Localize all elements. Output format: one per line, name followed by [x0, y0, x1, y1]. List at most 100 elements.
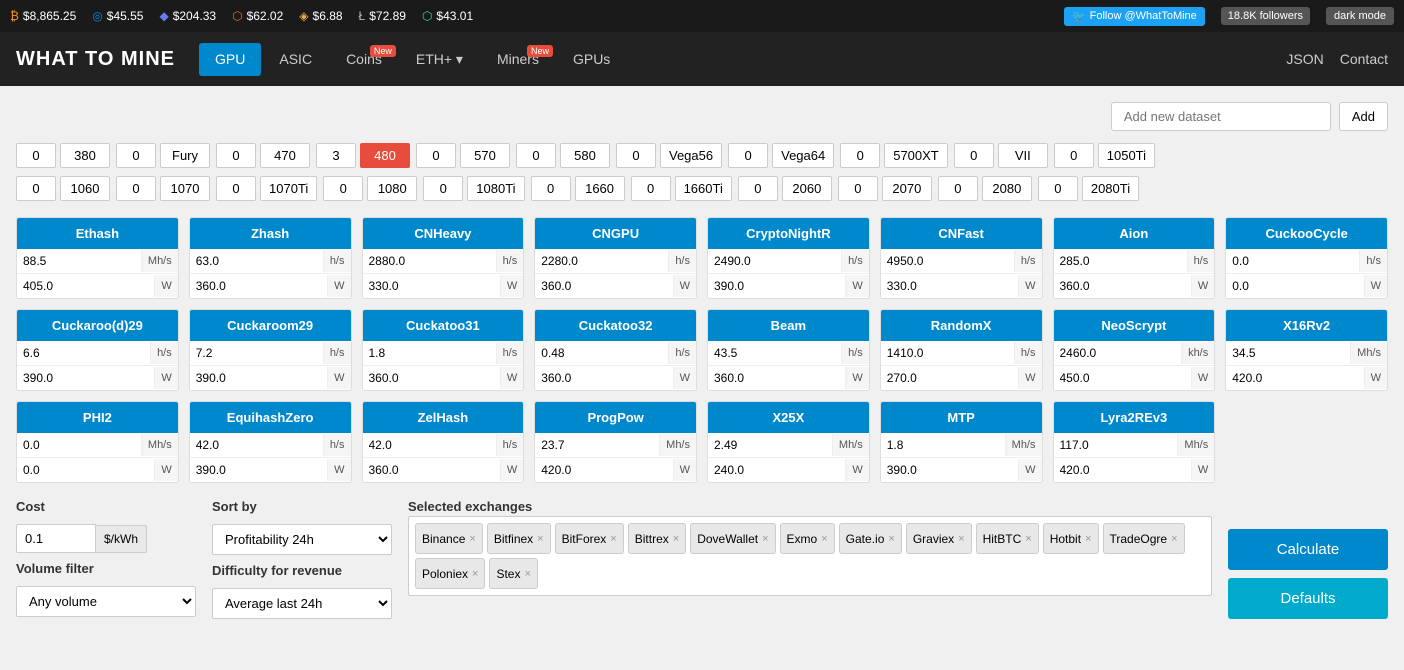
- algo-hashrate-cnfast[interactable]: [881, 249, 1014, 273]
- algo-header-zhash[interactable]: Zhash: [190, 218, 351, 249]
- algo-power-phi2[interactable]: [17, 458, 154, 482]
- algo-header-ethash[interactable]: Ethash: [17, 218, 178, 249]
- gpu-count-2080[interactable]: [938, 176, 978, 201]
- algo-header-cuckoocycle[interactable]: CuckooCycle: [1226, 218, 1387, 249]
- algo-header-cnfast[interactable]: CNFast: [881, 218, 1042, 249]
- algo-header-x16rv2[interactable]: X16Rv2: [1226, 310, 1387, 341]
- gpu-count-5700xt[interactable]: [840, 143, 880, 168]
- algo-header-phi2[interactable]: PHI2: [17, 402, 178, 433]
- algo-hashrate-progpow[interactable]: [535, 433, 659, 457]
- algo-hashrate-cnheavy[interactable]: [363, 249, 496, 273]
- gpu-count-1660[interactable]: [531, 176, 571, 201]
- algo-power-cnfast[interactable]: [881, 274, 1018, 298]
- algo-power-aion[interactable]: [1054, 274, 1191, 298]
- algo-header-aion[interactable]: Aion: [1054, 218, 1215, 249]
- algo-hashrate-beam[interactable]: [708, 341, 841, 365]
- algo-power-cryptonightr[interactable]: [708, 274, 845, 298]
- darkmode-button[interactable]: dark mode: [1326, 7, 1394, 25]
- gpu-count-1060[interactable]: [16, 176, 56, 201]
- algo-header-lyra2rev3[interactable]: Lyra2REv3: [1054, 402, 1215, 433]
- nav-link-miners[interactable]: MinersNew: [481, 43, 555, 76]
- algo-power-equihashzero[interactable]: [190, 458, 327, 482]
- exchange-remove-exmo[interactable]: ×: [821, 533, 827, 545]
- follow-button[interactable]: 🐦 Follow @WhatToMine: [1064, 7, 1205, 26]
- calculate-button[interactable]: Calculate: [1228, 529, 1388, 570]
- add-dataset-button[interactable]: Add: [1339, 102, 1388, 131]
- algo-header-randomx[interactable]: RandomX: [881, 310, 1042, 341]
- exchange-remove-hotbit[interactable]: ×: [1085, 533, 1091, 545]
- sort-select[interactable]: Profitability 24hProfitability 1hRevenue…: [212, 524, 392, 555]
- exchange-remove-graviex[interactable]: ×: [958, 533, 964, 545]
- exchange-remove-bitforex[interactable]: ×: [610, 533, 616, 545]
- algo-hashrate-cngpu[interactable]: [535, 249, 668, 273]
- gpu-count-470[interactable]: [216, 143, 256, 168]
- algo-power-cuckaroom29[interactable]: [190, 366, 327, 390]
- algo-power-beam[interactable]: [708, 366, 845, 390]
- exchange-remove-bittrex[interactable]: ×: [673, 533, 679, 545]
- exchange-remove-bitfinex[interactable]: ×: [537, 533, 543, 545]
- exchange-remove-stex[interactable]: ×: [524, 568, 530, 580]
- exchange-remove-gate.io[interactable]: ×: [888, 533, 894, 545]
- algo-hashrate-equihashzero[interactable]: [190, 433, 323, 457]
- algo-power-x16rv2[interactable]: [1226, 366, 1363, 390]
- nav-link-asic[interactable]: ASIC: [263, 43, 328, 76]
- algo-header-mtp[interactable]: MTP: [881, 402, 1042, 433]
- gpu-count-380[interactable]: [16, 143, 56, 168]
- algo-header-cnheavy[interactable]: CNHeavy: [363, 218, 524, 249]
- algo-hashrate-neoscrypt[interactable]: [1054, 341, 1182, 365]
- algo-hashrate-cuckatoo31[interactable]: [363, 341, 496, 365]
- algo-hashrate-phi2[interactable]: [17, 433, 141, 457]
- gpu-count-1080ti[interactable]: [423, 176, 463, 201]
- algo-header-cuckaroo-d-29[interactable]: Cuckaroo(d)29: [17, 310, 178, 341]
- algo-power-cnheavy[interactable]: [363, 274, 500, 298]
- algo-power-cngpu[interactable]: [535, 274, 672, 298]
- algo-hashrate-zelhash[interactable]: [363, 433, 496, 457]
- algo-hashrate-cuckoocycle[interactable]: [1226, 249, 1359, 273]
- gpu-count-580[interactable]: [516, 143, 556, 168]
- algo-power-mtp[interactable]: [881, 458, 1018, 482]
- gpu-count-vega64[interactable]: [728, 143, 768, 168]
- gpu-count-1070ti[interactable]: [216, 176, 256, 201]
- gpu-count-vega56[interactable]: [616, 143, 656, 168]
- algo-hashrate-x16rv2[interactable]: [1226, 341, 1350, 365]
- algo-power-randomx[interactable]: [881, 366, 1018, 390]
- gpu-count-2080ti[interactable]: [1038, 176, 1078, 201]
- algo-power-ethash[interactable]: [17, 274, 154, 298]
- algo-hashrate-randomx[interactable]: [881, 341, 1014, 365]
- nav-link-gpu[interactable]: GPU: [199, 43, 261, 76]
- algo-hashrate-cuckaroo-d-29[interactable]: [17, 341, 150, 365]
- algo-power-cuckatoo32[interactable]: [535, 366, 672, 390]
- cost-input[interactable]: [16, 524, 96, 553]
- algo-header-cuckatoo31[interactable]: Cuckatoo31: [363, 310, 524, 341]
- algo-hashrate-lyra2rev3[interactable]: [1054, 433, 1178, 457]
- algo-power-cuckatoo31[interactable]: [363, 366, 500, 390]
- nav-link-gpus[interactable]: GPUs: [557, 43, 626, 76]
- algo-header-cuckatoo32[interactable]: Cuckatoo32: [535, 310, 696, 341]
- exchange-remove-binance[interactable]: ×: [469, 533, 475, 545]
- algo-header-equihashzero[interactable]: EquihashZero: [190, 402, 351, 433]
- algo-header-progpow[interactable]: ProgPow: [535, 402, 696, 433]
- nav-link-coins[interactable]: CoinsNew: [330, 43, 398, 76]
- gpu-count-vii[interactable]: [954, 143, 994, 168]
- defaults-button[interactable]: Defaults: [1228, 578, 1388, 619]
- algo-power-cuckoocycle[interactable]: [1226, 274, 1363, 298]
- exchange-remove-tradeogre[interactable]: ×: [1171, 533, 1177, 545]
- volume-select[interactable]: Any volume1 BTC10 BTC: [16, 586, 196, 617]
- algo-hashrate-cryptonightr[interactable]: [708, 249, 841, 273]
- algo-power-cuckaroo-d-29[interactable]: [17, 366, 154, 390]
- gpu-count-1070[interactable]: [116, 176, 156, 201]
- nav-right-contact[interactable]: Contact: [1340, 51, 1388, 67]
- gpu-count-1660ti[interactable]: [631, 176, 671, 201]
- algo-header-cngpu[interactable]: CNGPU: [535, 218, 696, 249]
- algo-header-zelhash[interactable]: ZelHash: [363, 402, 524, 433]
- algo-hashrate-x25x[interactable]: [708, 433, 832, 457]
- algo-hashrate-mtp[interactable]: [881, 433, 1005, 457]
- gpu-count-480[interactable]: [316, 143, 356, 168]
- algo-header-beam[interactable]: Beam: [708, 310, 869, 341]
- gpu-count-fury[interactable]: [116, 143, 156, 168]
- algo-hashrate-aion[interactable]: [1054, 249, 1187, 273]
- algo-power-lyra2rev3[interactable]: [1054, 458, 1191, 482]
- algo-power-zelhash[interactable]: [363, 458, 500, 482]
- nav-link-eth---[interactable]: ETH+ ▾: [400, 43, 479, 76]
- dataset-input[interactable]: [1111, 102, 1331, 131]
